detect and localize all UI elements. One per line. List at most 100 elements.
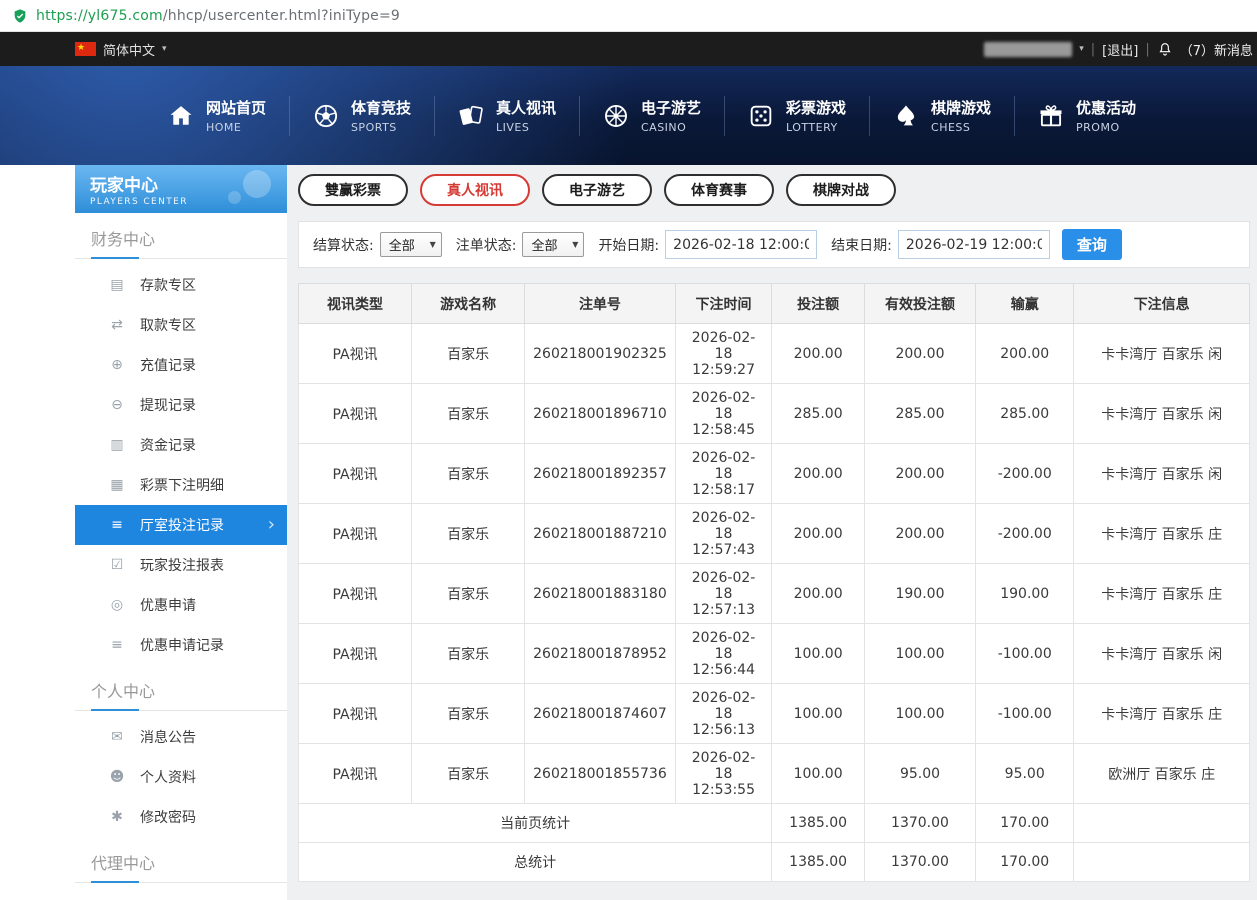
chevron-down-icon[interactable]: ▾ [162,44,167,54]
sidebar-item-announcements[interactable]: ✉消息公告 [75,717,287,757]
home-icon [167,102,195,130]
sidebar-item-recharge-records[interactable]: ⊕充值记录 [75,345,287,385]
settle-status-label: 结算状态: [313,235,374,255]
sidebar-item-label: 彩票下注明细 [140,475,224,495]
cell-winloss: 95.00 [976,744,1074,804]
column-header-bet-amount: 投注额 [772,284,865,324]
sidebar-item-agent-rules[interactable]: ▧代理规则说明 [75,889,287,900]
sidebar-item-room-bet-records[interactable]: ≡厅室投注记录› [75,505,287,545]
cell-bet-amount: 285.00 [772,384,865,444]
start-date-input[interactable] [665,230,817,259]
bet-record-icon: ≡ [109,517,125,533]
logout-link[interactable]: [退出] [1102,40,1138,59]
nav-label-en: HOME [206,121,266,134]
sidebar-item-promo-application[interactable]: ◎优惠申请 [75,585,287,625]
nav-item-chess[interactable]: 棋牌游戏CHESS [869,97,1014,134]
nav-item-sports[interactable]: 体育竞技SPORTS [289,97,434,134]
cell-bet-id: 260218001878952 [525,624,676,684]
security-shield-icon [12,8,28,24]
tab-board-games[interactable]: 棋牌对战 [786,174,896,206]
cell-bet-amount: 200.00 [772,564,865,624]
sidebar-item-change-password[interactable]: ✱修改密码 [75,797,287,837]
bell-icon[interactable] [1157,41,1173,57]
page-total-valid: 1370.00 [864,804,975,843]
nav-item-promo[interactable]: 优惠活动PROMO [1014,97,1159,134]
sidebar-item-withdrawal-records[interactable]: ⊖提现记录 [75,385,287,425]
username-redacted[interactable] [984,42,1072,57]
cell-game-name: 百家乐 [412,324,525,384]
column-header-bet-id: 注单号 [525,284,676,324]
nav-label-en: LOTTERY [786,121,846,134]
cell-video-type: PA视讯 [299,624,412,684]
nav-label-en: CASINO [641,121,701,134]
sidebar-item-funds-records[interactable]: ▥ 资金记录 [75,425,287,465]
cell-valid-amount: 200.00 [864,324,975,384]
cell-bet-info: 卡卡湾厅 百家乐 庄 [1074,504,1250,564]
new-messages-link[interactable]: （7）新消息 [1180,40,1253,59]
nav-label-en: LIVES [496,121,556,134]
cell-bet-amount: 100.00 [772,624,865,684]
url-path: /hhcp/usercenter.html?iniType=9 [163,8,400,24]
column-header-winloss: 输赢 [976,284,1074,324]
sidebar-item-player-bet-reports[interactable]: ☑玩家投注报表 [75,545,287,585]
nav-item-home[interactable]: 网站首页HOME [144,97,289,134]
select-value: 全部 [531,235,557,254]
cell-bet-info: 卡卡湾厅 百家乐 闲 [1074,624,1250,684]
report-icon: ☑ [109,557,125,573]
funds-icon: ▥ [109,437,125,453]
sidebar-item-label: 资金记录 [140,435,196,455]
nav-item-lottery[interactable]: 彩票游戏 LOTTERY [724,97,869,134]
sidebar-item-withdraw-zone[interactable]: ⇄取款专区 [75,305,287,345]
nav-label-en: SPORTS [351,121,411,134]
table-row: PA视讯 百家乐 260218001874607 2026-02-18 12:5… [299,684,1250,744]
settle-status-select[interactable]: 全部▼ [380,232,442,257]
url-text[interactable]: https://yl675.com/hhcp/usercenter.html?i… [36,8,400,24]
lottery-detail-icon: ▦ [109,477,125,493]
cell-game-name: 百家乐 [412,564,525,624]
cell-bet-info: 卡卡湾厅 百家乐 庄 [1074,564,1250,624]
sidebar-item-deposit-zone[interactable]: ▤存款专区 [75,265,287,305]
sidebar-subtitle: PLAYERS CENTER [90,197,287,207]
tab-lottery[interactable]: 雙赢彩票 [298,174,408,206]
cell-bet-time: 2026-02-18 12:58:17 [675,444,772,504]
nav-item-lives[interactable]: 真人视讯LIVES [434,97,579,134]
grand-total-valid: 1370.00 [864,843,975,882]
sidebar-item-promo-application-records[interactable]: ≡优惠申请记录 [75,625,287,665]
sidebar-item-lottery-bet-details[interactable]: ▦ 彩票下注明细 [75,465,287,505]
deposit-icon: ▤ [109,277,125,293]
cell-winloss: 190.00 [976,564,1074,624]
cell-game-name: 百家乐 [412,624,525,684]
cell-game-name: 百家乐 [412,384,525,444]
profile-icon: ☻ [109,769,125,785]
sidebar-item-label: 个人资料 [140,767,196,787]
cell-video-type: PA视讯 [299,324,412,384]
cell-winloss: -200.00 [976,444,1074,504]
end-date-input[interactable] [898,230,1050,259]
section-title-personal: 个人中心 [75,665,287,711]
nav-item-casino[interactable]: 电子游艺CASINO [579,97,724,134]
table-row: PA视讯 百家乐 260218001887210 2026-02-18 12:5… [299,504,1250,564]
order-status-select[interactable]: 全部▼ [522,232,584,257]
password-icon: ✱ [109,809,125,825]
tab-egames[interactable]: 电子游艺 [542,174,652,206]
search-button[interactable]: 查询 [1062,229,1122,260]
language-selector[interactable]: 简体中文 [103,40,155,59]
browser-address-bar[interactable]: https://yl675.com/hhcp/usercenter.html?i… [0,0,1257,32]
tab-sports[interactable]: 体育赛事 [664,174,774,206]
cell-bet-time: 2026-02-18 12:53:55 [675,744,772,804]
cell-video-type: PA视讯 [299,684,412,744]
column-header-video-type: 视讯类型 [299,284,412,324]
sidebar-item-profile[interactable]: ☻ 个人资料 [75,757,287,797]
nav-label-zh: 彩票游戏 [786,97,846,118]
grand-total-row: 总统计 1385.00 1370.00 170.00 [299,843,1250,882]
sidebar-item-label: 优惠申请记录 [140,635,224,655]
column-header-valid-amount: 有效投注额 [864,284,975,324]
tab-live-video[interactable]: 真人视讯 [420,174,530,206]
cell-bet-id: 260218001874607 [525,684,676,744]
playing-cards-icon [457,102,485,130]
chevron-down-icon[interactable]: ▾ [1079,44,1084,54]
cell-game-name: 百家乐 [412,684,525,744]
cell-bet-id: 260218001855736 [525,744,676,804]
divider: | [1091,42,1095,57]
cell-winloss: 285.00 [976,384,1074,444]
